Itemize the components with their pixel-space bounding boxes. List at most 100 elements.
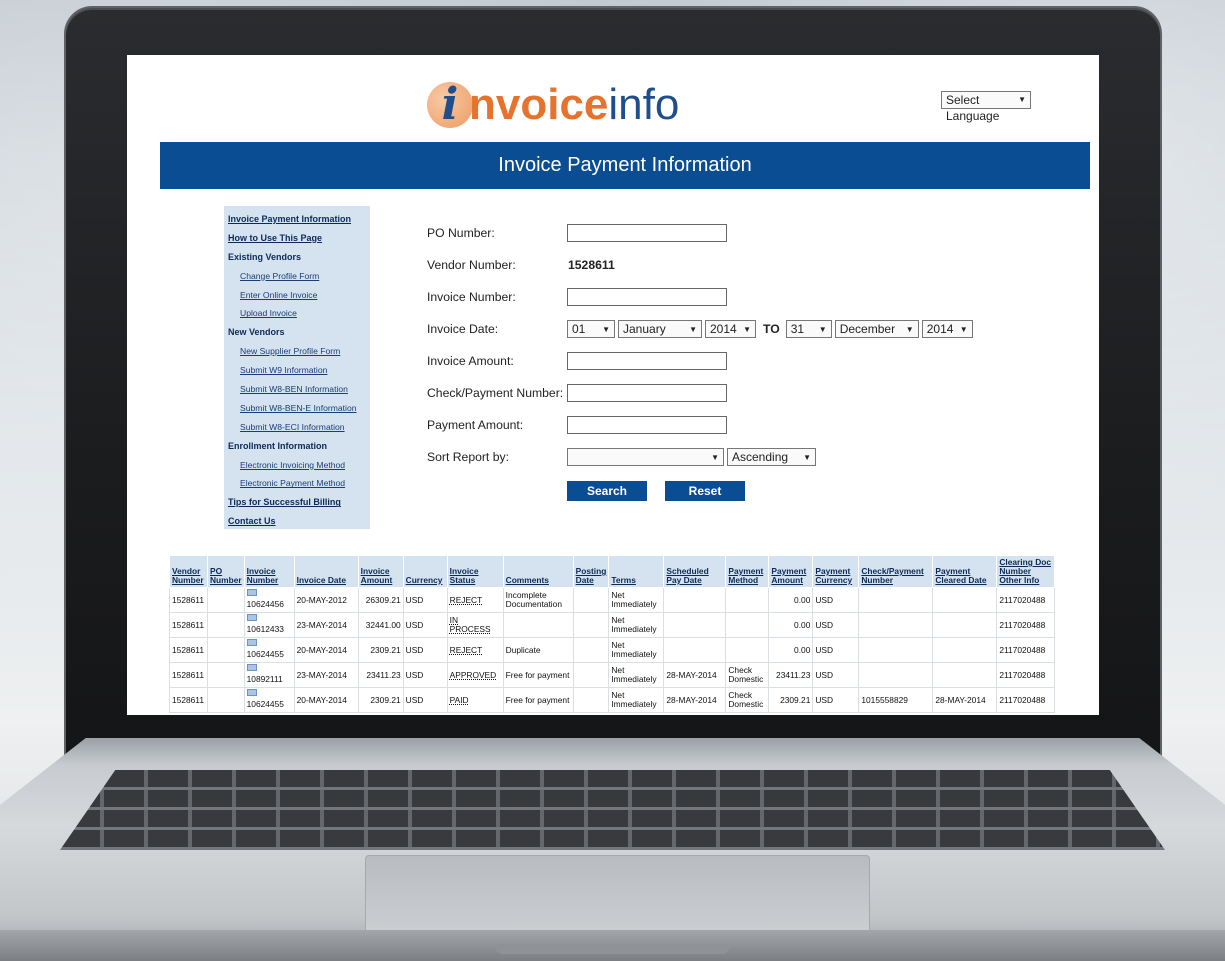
sort-order-select[interactable]: Ascending ▼ — [727, 448, 816, 466]
sidebar-item-electronic-invoicing-method[interactable]: Electronic Invoicing Method — [228, 456, 370, 475]
table-cell — [858, 662, 934, 688]
column-header-invoice-status[interactable]: Invoice Status — [446, 555, 504, 588]
envelope-icon[interactable] — [246, 689, 257, 696]
to-month-select[interactable]: December ▼ — [834, 320, 919, 338]
table-cell — [663, 612, 727, 638]
po-number-input[interactable] — [567, 224, 727, 242]
table-cell: 2117020488 — [996, 662, 1056, 688]
invoice-amount-input[interactable] — [567, 352, 727, 370]
sort-field-select[interactable]: ▼ — [567, 448, 724, 466]
table-cell[interactable]: 10624455 — [243, 687, 295, 713]
table-cell: 1528611 — [169, 612, 208, 638]
from-day-select[interactable]: 01 ▼ — [567, 320, 615, 338]
column-header-invoice-date[interactable]: Invoice Date — [293, 555, 359, 588]
table-row: 1528611 10624455 20-MAY-2014 2309.21 USD PAID… — [169, 687, 1056, 713]
table-cell[interactable]: 10624455 — [243, 637, 295, 663]
table-cell: USD — [402, 687, 448, 713]
column-header-payment-method[interactable]: Payment Method — [725, 555, 770, 588]
payment-amount-input[interactable] — [567, 416, 727, 434]
envelope-icon[interactable] — [246, 614, 257, 621]
table-cell: PAID — [446, 687, 504, 713]
invoice-status-link[interactable]: IN PROCESS — [450, 615, 491, 634]
sort-label: Sort Report by: — [427, 450, 509, 464]
table-cell[interactable]: 10624456 — [243, 587, 295, 613]
table-cell: Duplicate — [502, 637, 574, 663]
table-cell: 2117020488 — [996, 687, 1056, 713]
invoice-status-link[interactable]: PAID — [450, 695, 469, 705]
column-header-currency[interactable]: Currency — [402, 555, 448, 588]
table-cell — [207, 587, 245, 613]
from-year-select[interactable]: 2014 ▼ — [705, 320, 756, 338]
to-year-select[interactable]: 2014 ▼ — [921, 320, 973, 338]
check-payment-label: Check/Payment Number: — [427, 386, 564, 400]
column-header-payment-amount[interactable]: Payment Amount — [768, 555, 814, 588]
column-header-invoice-number[interactable]: Invoice Number — [243, 555, 295, 588]
sidebar-item-enrollment-information: Enrollment Information — [228, 440, 327, 451]
table-cell: 32441.00 — [357, 612, 404, 638]
table-cell[interactable]: 10612433 — [243, 612, 295, 638]
invoice-number-row: Invoice Number: — [427, 287, 727, 307]
column-header-payment-cleared-date[interactable]: Payment Cleared Date — [932, 555, 998, 588]
table-cell: 26309.21 — [357, 587, 404, 613]
sidebar-item-enter-online-invoice[interactable]: Enter Online Invoice — [228, 286, 370, 305]
invoice-status-link[interactable]: APPROVED — [450, 670, 497, 680]
table-cell: 2309.21 — [357, 637, 404, 663]
column-header-posting-date[interactable]: Posting Date — [572, 555, 610, 588]
envelope-icon[interactable] — [246, 589, 257, 596]
to-label: TO — [763, 322, 780, 336]
table-cell — [207, 612, 245, 638]
vendor-number-row: Vendor Number: 1528611 — [427, 255, 615, 275]
table-cell — [572, 612, 610, 638]
table-cell: 28-MAY-2014 — [932, 687, 998, 713]
column-header-invoice-amount[interactable]: Invoice Amount — [357, 555, 404, 588]
to-day-value: 31 — [790, 322, 805, 336]
sidebar-item-submit-w8-ben-e-information[interactable]: Submit W8-BEN-E Information — [228, 399, 370, 418]
column-header-payment-currency[interactable]: Payment Currency — [812, 555, 860, 588]
to-day-select[interactable]: 31 ▼ — [785, 320, 832, 338]
table-cell: Net Immediately — [608, 612, 665, 638]
column-header-vendor-number[interactable]: Vendor Number — [169, 555, 208, 588]
sidebar-item-how-to-use-this-page[interactable]: How to Use This Page — [228, 229, 370, 248]
column-header-check-payment-number[interactable]: Check/Payment Number — [858, 555, 934, 588]
table-cell: 0.00 — [768, 612, 814, 638]
logo-bold-text: nvoice — [469, 80, 609, 129]
search-button[interactable]: Search — [567, 481, 647, 501]
sidebar-item-submit-w8-eci-information[interactable]: Submit W8-ECI Information — [228, 418, 370, 437]
table-cell: USD — [812, 687, 860, 713]
table-cell — [663, 637, 727, 663]
column-header-comments[interactable]: Comments — [502, 555, 574, 588]
sidebar-item-change-profile-form[interactable]: Change Profile Form — [228, 267, 370, 286]
column-header-terms[interactable]: Terms — [608, 555, 665, 588]
sidebar-item-contact-us[interactable]: Contact Us — [228, 512, 370, 531]
sidebar-item-upload-invoice[interactable]: Upload Invoice — [228, 304, 370, 323]
check-payment-input[interactable] — [567, 384, 727, 402]
from-month-select[interactable]: January ▼ — [618, 320, 702, 338]
sidebar-item-new-supplier-profile-form[interactable]: New Supplier Profile Form — [228, 342, 370, 361]
sidebar-item-invoice-payment-information[interactable]: Invoice Payment Information — [228, 210, 370, 229]
column-header-po-number[interactable]: PO Number — [207, 555, 245, 588]
sidebar-item-submit-w8-ben-information[interactable]: Submit W8-BEN Information — [228, 380, 370, 399]
sidebar-item-tips-for-successful-billing[interactable]: Tips for Successful Billing — [228, 493, 370, 512]
from-month-value: January — [623, 322, 666, 336]
to-month-value: December — [839, 322, 896, 336]
sidebar-item-submit-w9-information[interactable]: Submit W9 Information — [228, 361, 370, 380]
invoice-status-link[interactable]: REJECT — [450, 595, 483, 605]
table-cell: 2309.21 — [357, 687, 404, 713]
laptop-screen: i nvoice info Select Language ▼ Invoice … — [127, 55, 1099, 715]
table-cell: 1528611 — [169, 587, 208, 613]
table-cell: 2117020488 — [996, 637, 1056, 663]
table-cell: 28-MAY-2014 — [663, 687, 727, 713]
reset-button[interactable]: Reset — [665, 481, 745, 501]
language-select[interactable]: Select Language ▼ — [941, 91, 1031, 123]
table-cell[interactable]: 10892111 — [243, 662, 295, 688]
table-cell: Check Domestic — [725, 662, 770, 688]
table-cell: Net Immediately — [608, 662, 665, 688]
invoice-status-link[interactable]: REJECT — [450, 645, 483, 655]
sidebar-item-electronic-payment-method[interactable]: Electronic Payment Method — [228, 474, 370, 493]
envelope-icon[interactable] — [246, 664, 257, 671]
invoice-number-input[interactable] — [567, 288, 727, 306]
laptop-trackpad — [365, 855, 870, 940]
column-header-scheduled-pay-date[interactable]: Scheduled Pay Date — [663, 555, 727, 588]
envelope-icon[interactable] — [246, 639, 257, 646]
column-header-clearing-doc-number-other-info[interactable]: Clearing Doc Number Other Info — [996, 555, 1056, 588]
